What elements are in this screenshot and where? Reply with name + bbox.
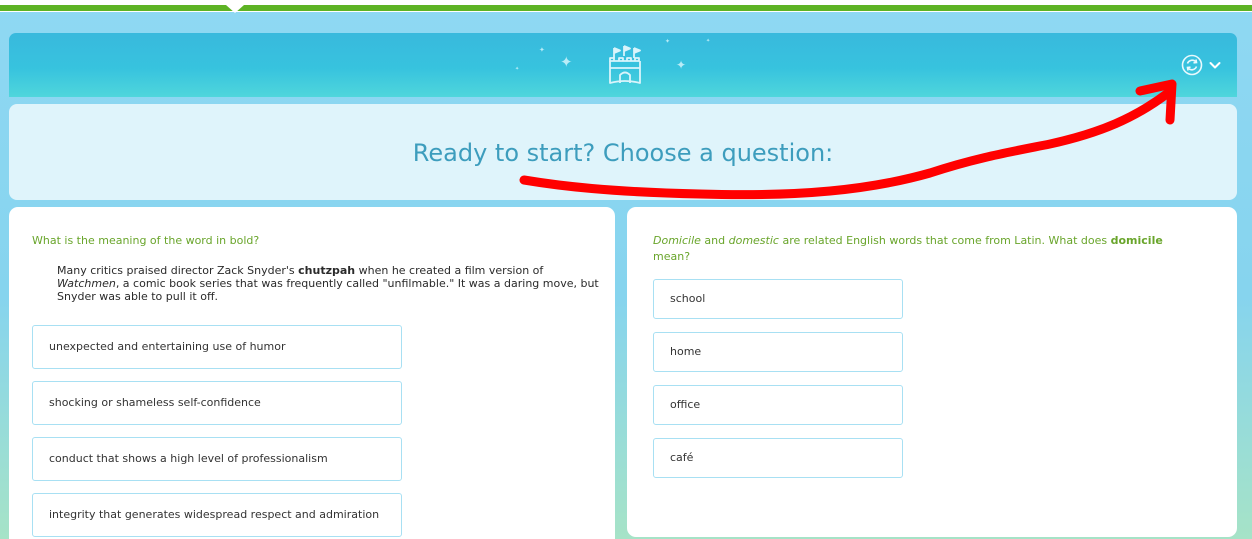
prompt-bold-word: domicile <box>1110 234 1163 247</box>
passage-text: Many critics praised director Zack Snyde… <box>57 264 299 277</box>
passage-italic-title: Watchmen <box>57 277 116 290</box>
answer-option[interactable]: unexpected and entertaining use of humor <box>32 325 402 369</box>
answer-option[interactable]: home <box>653 332 903 372</box>
passage-text: , a comic book series that was frequentl… <box>57 277 599 303</box>
sparkle-icon: ✦ <box>665 38 671 45</box>
sparkle-icon: ✦ <box>539 46 545 54</box>
question-prompt: What is the meaning of the word in bold? <box>32 234 260 247</box>
progress-notch <box>226 5 244 13</box>
answer-option[interactable]: shocking or shameless self-confidence <box>32 381 402 425</box>
chevron-down-icon[interactable] <box>1209 60 1221 70</box>
sync-icon[interactable] <box>1181 54 1203 76</box>
passage-text: when he created a film version of <box>355 264 544 277</box>
sparkle-icon: ✦ <box>706 38 711 44</box>
passage-bold-word: chutzpah <box>298 264 356 277</box>
sparkle-icon: ✦ <box>515 66 520 72</box>
question-prompt: Domicile and domestic are related Englis… <box>653 233 1203 265</box>
sparkle-icon: ✦ <box>560 53 573 71</box>
answer-option[interactable]: office <box>653 385 903 425</box>
top-progress-strip <box>0 0 1252 13</box>
prompt-text: mean? <box>653 250 691 263</box>
question-passage: Many critics praised director Zack Snyde… <box>57 264 602 303</box>
prompt-text: and <box>700 234 729 247</box>
prompt-italic-word: Domicile <box>653 234 701 247</box>
question-card-left: What is the meaning of the word in bold?… <box>9 207 615 539</box>
banner-title: Ready to start? Choose a question: <box>412 139 834 167</box>
answer-option[interactable]: school <box>653 279 903 319</box>
prompt-italic-word: domestic <box>728 234 779 247</box>
progress-bar <box>0 5 1252 11</box>
prompt-text: are related English words that come from… <box>778 234 1111 247</box>
start-banner: Ready to start? Choose a question: <box>9 104 1237 200</box>
answer-option[interactable]: café <box>653 438 903 478</box>
answer-option[interactable]: conduct that shows a high level of profe… <box>32 437 402 481</box>
sparkle-icon: ✦ <box>676 58 687 72</box>
castle-icon <box>609 45 641 84</box>
header-menu-control[interactable] <box>1181 53 1221 77</box>
answer-option[interactable]: integrity that generates widespread resp… <box>32 493 402 537</box>
header-bar: ✦ ✦ ✦ ✦ ✦ ✦ <box>9 33 1237 97</box>
question-card-right: Domicile and domestic are related Englis… <box>627 207 1237 537</box>
